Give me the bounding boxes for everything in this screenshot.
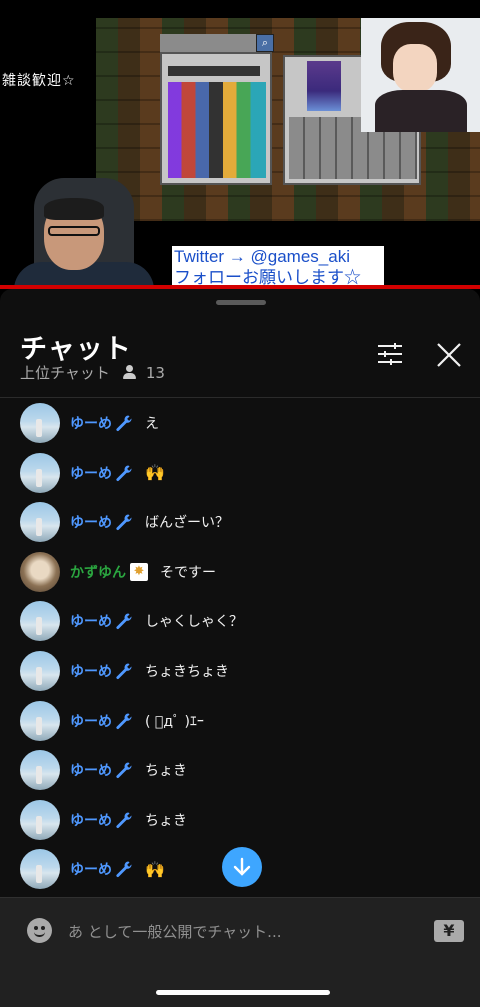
author-name[interactable]: ゆーめ	[70, 413, 112, 433]
avatar[interactable]	[20, 651, 60, 691]
super-chat-button[interactable]: ¥	[434, 920, 464, 942]
emoji-icon[interactable]	[27, 918, 52, 943]
wrench-icon	[116, 465, 132, 481]
member-badge-icon: ✸	[130, 562, 148, 581]
chat-message[interactable]: ゆーめ ばんざーい？	[20, 502, 229, 543]
chat-panel: チャット 上位チャット 13 ゆーめえゆーめ 🙌 ゆーめ ばんざーい？ かずゆん ✸ そです…	[0, 289, 480, 1007]
arrow-down-icon	[233, 857, 251, 876]
chat-mode-selector[interactable]: 上位チャット	[20, 362, 110, 383]
message-text: ( ﾟдﾟ )ｴｰ	[145, 713, 204, 730]
avatar[interactable]	[20, 551, 60, 592]
message-text: ばんざーい？	[145, 515, 229, 532]
wrench-icon	[116, 514, 132, 531]
wrench-icon	[116, 663, 132, 680]
wrench-icon	[116, 812, 132, 828]
scroll-to-bottom-button[interactable]	[222, 847, 262, 887]
avatar[interactable]	[20, 750, 60, 791]
chat-message[interactable]: ゆーめ ちょき	[20, 799, 187, 840]
home-indicator	[156, 990, 330, 995]
avatar[interactable]	[20, 502, 60, 543]
close-icon[interactable]	[436, 342, 462, 368]
chat-message[interactable]: ゆーめ え	[20, 403, 159, 443]
message-text: ちょきちょき	[145, 664, 229, 680]
avatar[interactable]	[20, 849, 60, 890]
author-name[interactable]: ゆーめ	[70, 611, 112, 631]
chat-message[interactable]: ゆーめ ちょき	[20, 750, 187, 791]
avatar[interactable]	[20, 403, 60, 443]
wrench-icon	[116, 613, 132, 630]
chat-message[interactable]: ゆーめ 🙌	[20, 849, 165, 890]
message-text: 🙌	[145, 859, 165, 879]
chat-input-bar: ¥	[0, 897, 480, 1007]
author-name[interactable]: ゆーめ	[70, 810, 112, 830]
message-text: そですー	[160, 564, 216, 581]
message-text: ちょき	[145, 763, 187, 780]
twitter-overlay: Twitter → @games_aki フォローお願いします☆	[172, 246, 384, 290]
tune-icon[interactable]	[377, 342, 403, 366]
author-name[interactable]: ゆーめ	[70, 463, 112, 483]
chat-message[interactable]: ゆーめ 🙌	[20, 452, 165, 493]
avatar[interactable]	[20, 601, 60, 642]
wrench-icon	[116, 415, 132, 432]
avatar[interactable]	[20, 799, 60, 840]
chat-message-list[interactable]: ゆーめえゆーめ 🙌 ゆーめ ばんざーい？ かずゆん ✸ そですー ゆーめ しゃくしゃく？ ゆーめち…	[0, 398, 480, 898]
author-name[interactable]: ゆーめ	[70, 661, 112, 681]
wrench-icon	[116, 861, 132, 878]
chat-title: チャット	[20, 334, 132, 365]
streamer-camera	[14, 178, 154, 290]
chat-message[interactable]: ゆーめ しゃくしゃく？	[20, 601, 243, 642]
avatar[interactable]	[20, 700, 60, 741]
viewer-count: 13	[145, 363, 165, 382]
author-name[interactable]: ゆーめ	[70, 760, 112, 780]
person-icon	[122, 365, 136, 380]
message-text: 🙌	[145, 463, 165, 483]
message-text: え	[145, 416, 159, 432]
chat-message[interactable]: ゆーめ ちょきちょき	[20, 651, 229, 691]
avatar[interactable]	[20, 452, 60, 493]
chat-input[interactable]	[68, 920, 408, 944]
author-name[interactable]: ゆーめ	[70, 711, 112, 731]
vtuber-avatar	[361, 18, 480, 132]
stream-caption: 雑談歓迎☆	[2, 73, 76, 89]
wrench-icon	[116, 713, 132, 729]
chat-message[interactable]: かずゆん ✸ そですー	[20, 551, 216, 592]
author-name[interactable]: ゆーめ	[70, 512, 112, 532]
search-icon: ⌕	[256, 34, 274, 52]
message-text: しゃくしゃく？	[145, 614, 243, 631]
crafting-inventory	[160, 52, 272, 185]
author-name[interactable]: かずゆん	[70, 562, 126, 582]
author-name[interactable]: ゆーめ	[70, 859, 112, 879]
twitter-overlay-line1: Twitter → @games_aki	[174, 247, 350, 266]
drag-handle[interactable]	[216, 300, 266, 305]
chat-subheader: 上位チャット 13	[20, 362, 165, 383]
chat-message[interactable]: ゆーめ ( ﾟдﾟ )ｴｰ	[20, 700, 204, 741]
video-player[interactable]: ⌕ 雑談歓迎☆ Twitter → @games_aki フォローお願いします☆	[0, 0, 480, 290]
message-text: ちょき	[145, 812, 187, 829]
wrench-icon	[116, 762, 132, 779]
